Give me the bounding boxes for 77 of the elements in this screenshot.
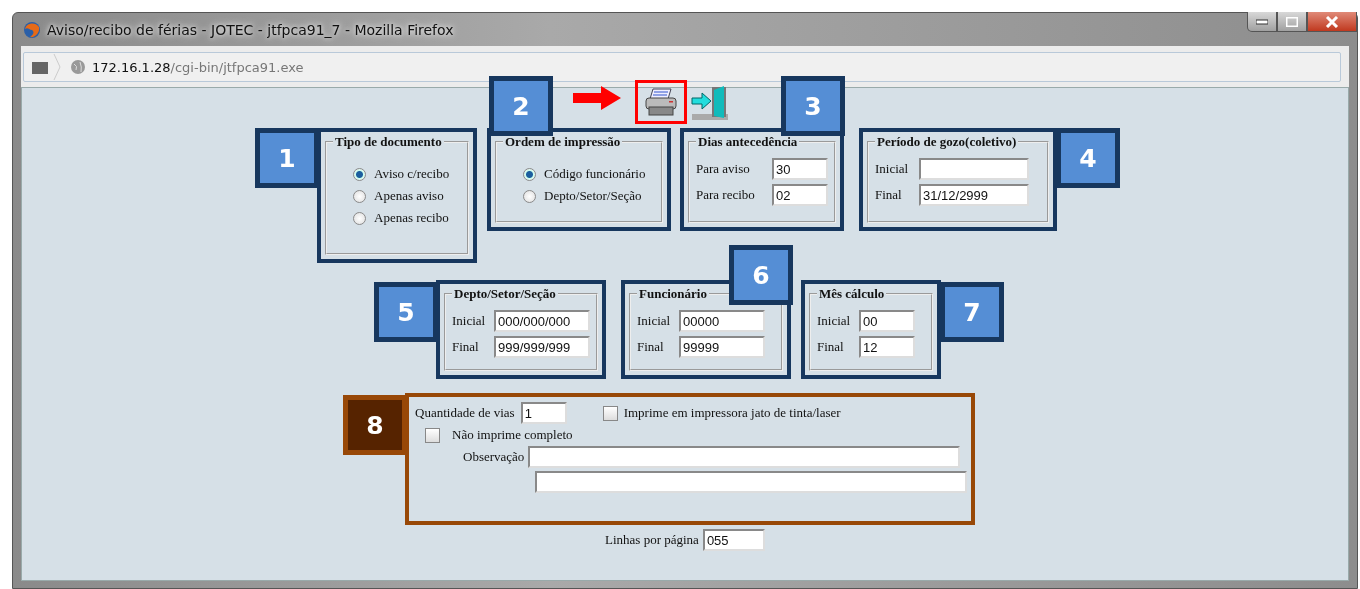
browser-logo-icon bbox=[23, 20, 41, 39]
callout-number: 3 bbox=[781, 76, 845, 136]
field-label: Inicial bbox=[637, 313, 672, 329]
exit-button[interactable] bbox=[689, 84, 731, 122]
close-button[interactable] bbox=[1307, 12, 1357, 32]
checkbox[interactable] bbox=[602, 405, 618, 421]
input-field[interactable]: 000/000/000 bbox=[494, 310, 590, 332]
radio-label: Apenas aviso bbox=[374, 188, 444, 204]
field-label: Quantidade de vias bbox=[415, 405, 515, 421]
maximize-button[interactable] bbox=[1277, 12, 1307, 32]
radio-label: Apenas recibo bbox=[374, 210, 449, 226]
field-label: Inicial bbox=[875, 161, 910, 177]
radio-option[interactable]: Apenas aviso bbox=[333, 188, 461, 204]
minimize-button[interactable] bbox=[1247, 12, 1277, 32]
input-field[interactable]: 31/12/2999 bbox=[919, 184, 1029, 206]
field-label: Final bbox=[875, 187, 903, 203]
callout-number: 6 bbox=[729, 245, 793, 305]
callout-number: 2 bbox=[489, 76, 553, 136]
radio-button[interactable] bbox=[353, 189, 366, 203]
input-field[interactable]: 999/999/999 bbox=[494, 336, 590, 358]
radio-button[interactable] bbox=[523, 189, 536, 203]
maximize-icon bbox=[1286, 16, 1298, 27]
field-label: Final bbox=[637, 339, 665, 355]
input-field[interactable]: 1 bbox=[520, 402, 567, 424]
callout-number: 7 bbox=[940, 282, 1004, 342]
input-field[interactable]: 00 bbox=[859, 310, 915, 332]
input-field[interactable]: 02 bbox=[772, 184, 828, 206]
radio-button[interactable] bbox=[353, 211, 366, 225]
print-button[interactable] bbox=[635, 80, 687, 124]
field-label: Para recibo bbox=[696, 187, 756, 203]
callout-number: 8 bbox=[343, 395, 407, 455]
input-field[interactable] bbox=[535, 471, 967, 493]
radio-button[interactable] bbox=[523, 167, 536, 181]
field-label: Inicial bbox=[452, 313, 487, 329]
group-title: Dias antecedência bbox=[697, 134, 799, 150]
callout-number: 4 bbox=[1056, 128, 1120, 188]
group-title: Mês cálculo bbox=[818, 286, 886, 302]
input-field[interactable]: 30 bbox=[772, 158, 828, 180]
field-label: Linhas por página bbox=[605, 532, 699, 548]
radio-option[interactable]: Aviso c/recibo bbox=[333, 166, 461, 182]
window-title: Aviso/recibo de férias - JOTEC - jtfpca91_7 - Mozilla Firefox bbox=[47, 21, 454, 38]
checkbox[interactable] bbox=[425, 427, 440, 443]
input-field[interactable]: 00000 bbox=[679, 310, 765, 332]
group-title: Ordem de impressão bbox=[504, 134, 622, 150]
address-bar[interactable]: 172.16.1.28/cgi-bin/jtfpca91.exe bbox=[23, 52, 1341, 82]
group-title: Funcionário bbox=[638, 286, 708, 302]
radio-button[interactable] bbox=[353, 167, 366, 181]
field-label: Inicial bbox=[817, 313, 852, 329]
radio-label: Código funcionário bbox=[544, 166, 646, 182]
group-title: Período de gozo(coletivo) bbox=[876, 134, 1018, 150]
globe-icon bbox=[70, 59, 86, 75]
radio-option[interactable]: Código funcionário bbox=[503, 166, 655, 182]
callout-number: 5 bbox=[374, 282, 438, 342]
minimize-icon bbox=[1256, 18, 1268, 25]
radio-option[interactable]: Apenas recibo bbox=[333, 210, 461, 226]
input-field[interactable]: 99999 bbox=[679, 336, 765, 358]
radio-label: Depto/Setor/Seção bbox=[544, 188, 642, 204]
input-field[interactable] bbox=[919, 158, 1029, 180]
arrow-icon bbox=[573, 86, 621, 110]
field-label: Observação bbox=[463, 449, 525, 465]
checkbox-label: Não imprime completo bbox=[452, 427, 573, 443]
field-label: Para aviso bbox=[696, 161, 751, 177]
group-title: Depto/Setor/Seção bbox=[453, 286, 557, 302]
door-exit-icon bbox=[690, 84, 730, 122]
input-field[interactable]: 055 bbox=[702, 529, 765, 551]
callout-number: 1 bbox=[255, 128, 319, 188]
url-text: 172.16.1.28/cgi-bin/jtfpca91.exe bbox=[92, 59, 304, 75]
printer-icon bbox=[644, 87, 678, 117]
radio-label: Aviso c/recibo bbox=[374, 166, 450, 182]
input-field[interactable]: 12 bbox=[859, 336, 915, 358]
field-label: Final bbox=[452, 339, 480, 355]
input-field[interactable] bbox=[528, 446, 961, 468]
group-title: Tipo de documento bbox=[334, 134, 443, 150]
checkbox-label: Imprime em impressora jato de tinta/laser bbox=[623, 405, 841, 421]
radio-option[interactable]: Depto/Setor/Seção bbox=[503, 188, 655, 204]
close-icon bbox=[1325, 15, 1339, 28]
field-label: Final bbox=[817, 339, 845, 355]
